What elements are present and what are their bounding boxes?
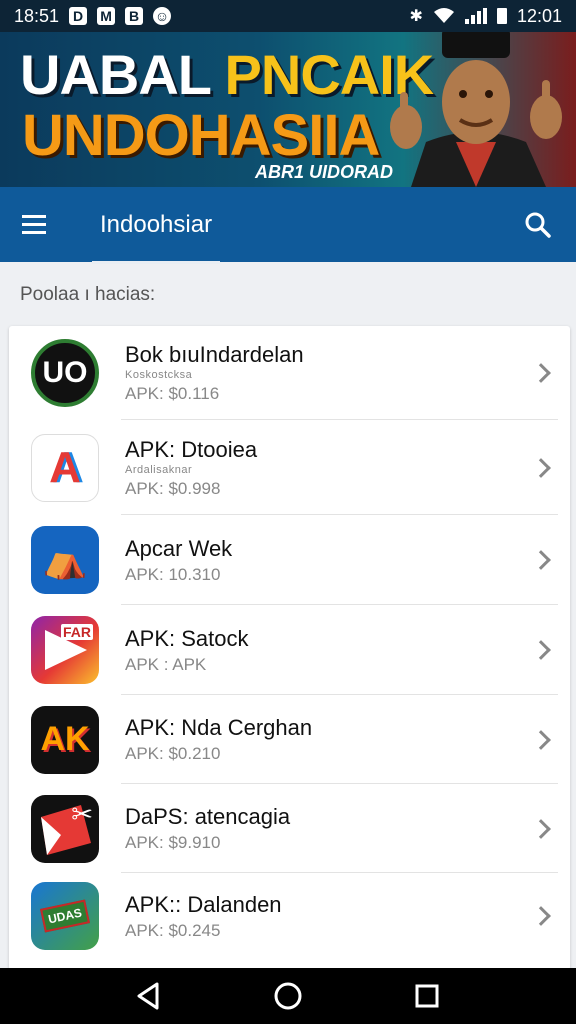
- list-item[interactable]: ⛺ Apcar Wek APK: 10.310: [9, 515, 570, 605]
- notification-d-icon: D: [69, 7, 88, 25]
- recents-icon[interactable]: [407, 976, 447, 1016]
- item-meta: APK: $0.998: [125, 478, 221, 498]
- notification-emoji-icon: ☺: [153, 7, 172, 25]
- item-meta: APK: $0.245: [125, 920, 221, 940]
- item-title: APK:: Dalanden: [125, 891, 282, 917]
- icon-text: ⛺: [42, 539, 88, 580]
- icon-text: UO: [42, 356, 88, 389]
- battery-icon: [496, 8, 507, 24]
- item-meta: APK: 10.310: [125, 564, 221, 584]
- banknote-icon: UDAS: [31, 882, 99, 950]
- list-item[interactable]: A APK: Dtooiea Ardalisaknar APK: $0.998: [9, 420, 570, 515]
- chevron-right-icon: [531, 457, 551, 478]
- section-label: Poolaa ı hacias:: [20, 284, 156, 305]
- app-bar: Indoohsiar: [0, 187, 576, 264]
- app-title: Indoohsiar: [100, 210, 213, 238]
- item-title: DaPS: atencagia: [125, 804, 291, 829]
- list-item[interactable]: UDAS APK:: Dalanden APK: $0.245: [9, 873, 570, 959]
- banner-headline: UABAL PNCAIK: [20, 42, 434, 107]
- icon-text: FAR: [61, 624, 93, 640]
- tent-icon: ⛺: [31, 526, 99, 594]
- list-item[interactable]: FAR APK: Satock APK : APK: [9, 605, 570, 695]
- icon-text: ✂: [71, 798, 93, 829]
- item-subtitle: Ardalisaknar: [125, 463, 193, 476]
- ak-icon: AK: [31, 705, 99, 774]
- icon-text: AK: [40, 720, 90, 758]
- chevron-right-icon: [531, 550, 551, 570]
- icon-text: A: [49, 442, 81, 492]
- signal-icon: [464, 8, 487, 24]
- banner-headline-line2: UNDOHASIIA: [22, 103, 380, 168]
- chevron-right-icon: [531, 640, 551, 660]
- item-title: APK: Satock: [125, 625, 249, 651]
- banner-headline-part1: UABAL: [20, 43, 225, 106]
- home-icon[interactable]: [268, 976, 308, 1016]
- chevron-right-icon: [531, 906, 551, 926]
- play-triangle-icon: FAR: [31, 616, 99, 684]
- notification-m-icon: M: [97, 7, 116, 25]
- item-title: APK: Nda Cerghan: [125, 715, 313, 740]
- hamburger-menu-icon[interactable]: [22, 209, 54, 241]
- item-meta: APK : APK: [125, 654, 207, 674]
- chevron-right-icon: [531, 818, 551, 839]
- back-icon[interactable]: [129, 976, 169, 1016]
- item-meta: APK: $9.910: [125, 833, 221, 852]
- wifi-icon: [433, 8, 454, 23]
- banner-subtitle: ABR1 UIDORAD: [255, 162, 394, 182]
- chevron-right-icon: [531, 363, 551, 383]
- bluetooth-icon: ✱: [409, 8, 423, 25]
- item-subtitle: Koskostcksa: [125, 369, 193, 381]
- chevron-right-icon: [531, 729, 551, 750]
- promo-banner[interactable]: UABAL PNCAIK UNDOHASIIA ABR1 UIDORAD: [0, 32, 576, 187]
- list-item[interactable]: UO Bok bıuIndardelan Koskostcksa APK: $0…: [9, 326, 570, 420]
- uo-icon: UO: [31, 339, 99, 407]
- icon-text: UDAS: [39, 899, 90, 933]
- status-clock: 12:01: [516, 5, 562, 26]
- red-card-icon: ✂: [31, 794, 99, 863]
- search-icon[interactable]: [522, 209, 554, 241]
- list-item[interactable]: ✂ DaPS: atencagia APK: $9.910: [9, 784, 570, 873]
- status-bar: 18:51 D M B ☺ ✱ 12:01: [0, 0, 576, 32]
- status-time: 18:51: [14, 5, 60, 26]
- list-item[interactable]: AK APK: Nda Cerghan APK: $0.210: [9, 695, 570, 784]
- notification-b-icon: B: [125, 7, 144, 25]
- app-list: UO Bok bıuIndardelan Koskostcksa APK: $0…: [9, 326, 570, 970]
- item-meta: APK: $0.116: [125, 384, 220, 403]
- item-title: Apcar Wek: [125, 535, 233, 561]
- active-tab-indicator: [92, 261, 220, 264]
- item-title: Bok bıuIndardelan: [125, 342, 304, 367]
- banner-person-image: [390, 32, 562, 187]
- system-nav-bar: [0, 968, 576, 1024]
- item-title: APK: Dtooiea: [125, 436, 258, 462]
- a-logo-icon: A: [31, 433, 99, 502]
- item-meta: APK: $0.210: [125, 744, 221, 763]
